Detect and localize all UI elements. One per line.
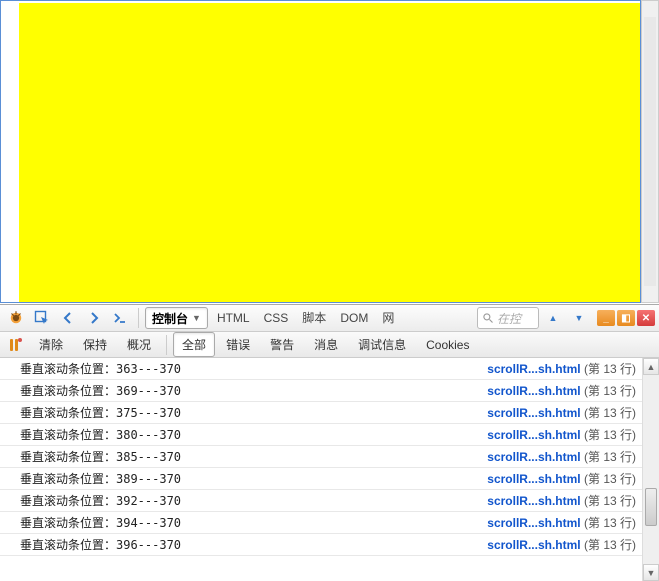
- log-source-link[interactable]: scrollR...sh.html (第 13 行): [487, 426, 636, 443]
- console-scrollbar[interactable]: ▲ ▼: [642, 358, 659, 581]
- clear-button[interactable]: 清除: [30, 332, 72, 357]
- log-message: 垂直滚动条位置：375---370: [20, 404, 487, 421]
- log-source-link[interactable]: scrollR...sh.html (第 13 行): [487, 382, 636, 399]
- separator: [166, 335, 167, 355]
- filter-debug-button[interactable]: 调试信息: [349, 332, 415, 357]
- console-toolbar: 清除 保持 概况 全部 错误 警告 消息 调试信息 Cookies: [0, 332, 659, 358]
- panel-tab[interactable]: DOM: [333, 307, 375, 329]
- search-next-icon[interactable]: ▼: [567, 307, 591, 329]
- devtools-panel: 控制台 ▼ HTMLCSS脚本DOM网 在控 ▲ ▼ _ ◧ ✕ 清除 保持 概…: [0, 304, 659, 581]
- console-log-row: 垂直滚动条位置：396---370scrollR...sh.html (第 13…: [0, 534, 642, 556]
- log-message: 垂直滚动条位置：363---370: [20, 360, 487, 377]
- console-log-row: 垂直滚动条位置：392---370scrollR...sh.html (第 13…: [0, 490, 642, 512]
- panel-tab[interactable]: CSS: [257, 307, 296, 329]
- panel-tab[interactable]: 网: [375, 307, 401, 329]
- log-source-link[interactable]: scrollR...sh.html (第 13 行): [487, 360, 636, 377]
- log-message: 垂直滚动条位置：385---370: [20, 448, 487, 465]
- filter-warnings-button[interactable]: 警告: [261, 332, 303, 357]
- panel-console-tab[interactable]: 控制台 ▼: [145, 307, 208, 329]
- log-message: 垂直滚动条位置：394---370: [20, 514, 487, 531]
- log-source-link[interactable]: scrollR...sh.html (第 13 行): [487, 492, 636, 509]
- log-message: 垂直滚动条位置：396---370: [20, 536, 487, 553]
- command-line-icon[interactable]: [108, 307, 132, 329]
- scroll-up-icon[interactable]: ▲: [643, 358, 659, 375]
- devtools-main-toolbar: 控制台 ▼ HTMLCSS脚本DOM网 在控 ▲ ▼ _ ◧ ✕: [0, 304, 659, 332]
- minimize-button[interactable]: _: [597, 310, 615, 326]
- console-log-row: 垂直滚动条位置：385---370scrollR...sh.html (第 13…: [0, 446, 642, 468]
- detach-button[interactable]: ◧: [617, 310, 635, 326]
- panel-tab[interactable]: 脚本: [295, 307, 333, 329]
- console-log-row: 垂直滚动条位置：363---370scrollR...sh.html (第 13…: [0, 358, 642, 380]
- search-placeholder: 在控: [497, 310, 521, 327]
- scrollbar-track[interactable]: [644, 17, 656, 286]
- console-log-row: 垂直滚动条位置：375---370scrollR...sh.html (第 13…: [0, 402, 642, 424]
- panel-label: 控制台: [152, 310, 188, 327]
- search-icon: [482, 312, 494, 324]
- panel-tab[interactable]: HTML: [210, 307, 257, 329]
- scroll-down-icon[interactable]: ▼: [643, 564, 659, 581]
- persist-button[interactable]: 保持: [74, 332, 116, 357]
- log-message: 垂直滚动条位置：389---370: [20, 470, 487, 487]
- console-log-list[interactable]: scrollR...sh.html (第 13 行)垂直滚动条位置：363---…: [0, 358, 642, 581]
- nav-back-icon[interactable]: [56, 307, 80, 329]
- log-source-link[interactable]: scrollR...sh.html (第 13 行): [487, 470, 636, 487]
- log-source-link[interactable]: scrollR...sh.html (第 13 行): [487, 536, 636, 553]
- console-log-row: 垂直滚动条位置：389---370scrollR...sh.html (第 13…: [0, 468, 642, 490]
- page-scrollbar[interactable]: [641, 0, 659, 303]
- dropdown-icon: ▼: [192, 313, 201, 323]
- scrollbar-track[interactable]: [643, 375, 659, 564]
- close-button[interactable]: ✕: [637, 310, 655, 326]
- log-source-link[interactable]: scrollR...sh.html (第 13 行): [487, 404, 636, 421]
- search-prev-icon[interactable]: ▲: [541, 307, 565, 329]
- console-log-row: 垂直滚动条位置：369---370scrollR...sh.html (第 13…: [0, 380, 642, 402]
- separator: [138, 308, 139, 328]
- filter-info-button[interactable]: 消息: [305, 332, 347, 357]
- search-input[interactable]: 在控: [477, 307, 539, 329]
- log-message: 垂直滚动条位置：369---370: [20, 382, 487, 399]
- console-log-row: 垂直滚动条位置：394---370scrollR...sh.html (第 13…: [0, 512, 642, 534]
- profile-button[interactable]: 概况: [118, 332, 160, 357]
- scrollbar-thumb[interactable]: [645, 488, 657, 526]
- console-log-area: scrollR...sh.html (第 13 行)垂直滚动条位置：363---…: [0, 358, 659, 581]
- filter-errors-button[interactable]: 错误: [217, 332, 259, 357]
- yellow-block: [19, 3, 640, 302]
- nav-forward-icon[interactable]: [82, 307, 106, 329]
- filter-cookies-button[interactable]: Cookies: [417, 334, 478, 356]
- log-message: 垂直滚动条位置：392---370: [20, 492, 487, 509]
- log-source-link[interactable]: scrollR...sh.html (第 13 行): [487, 448, 636, 465]
- filter-all-button[interactable]: 全部: [173, 332, 215, 357]
- break-on-error-icon[interactable]: [4, 334, 28, 356]
- console-log-row: 垂直滚动条位置：380---370scrollR...sh.html (第 13…: [0, 424, 642, 446]
- window-controls: _ ◧ ✕: [597, 310, 655, 326]
- page-content: [0, 0, 641, 303]
- firebug-icon[interactable]: [4, 307, 28, 329]
- log-message: 垂直滚动条位置：380---370: [20, 426, 487, 443]
- log-source-link[interactable]: scrollR...sh.html (第 13 行): [487, 514, 636, 531]
- inspect-icon[interactable]: [30, 307, 54, 329]
